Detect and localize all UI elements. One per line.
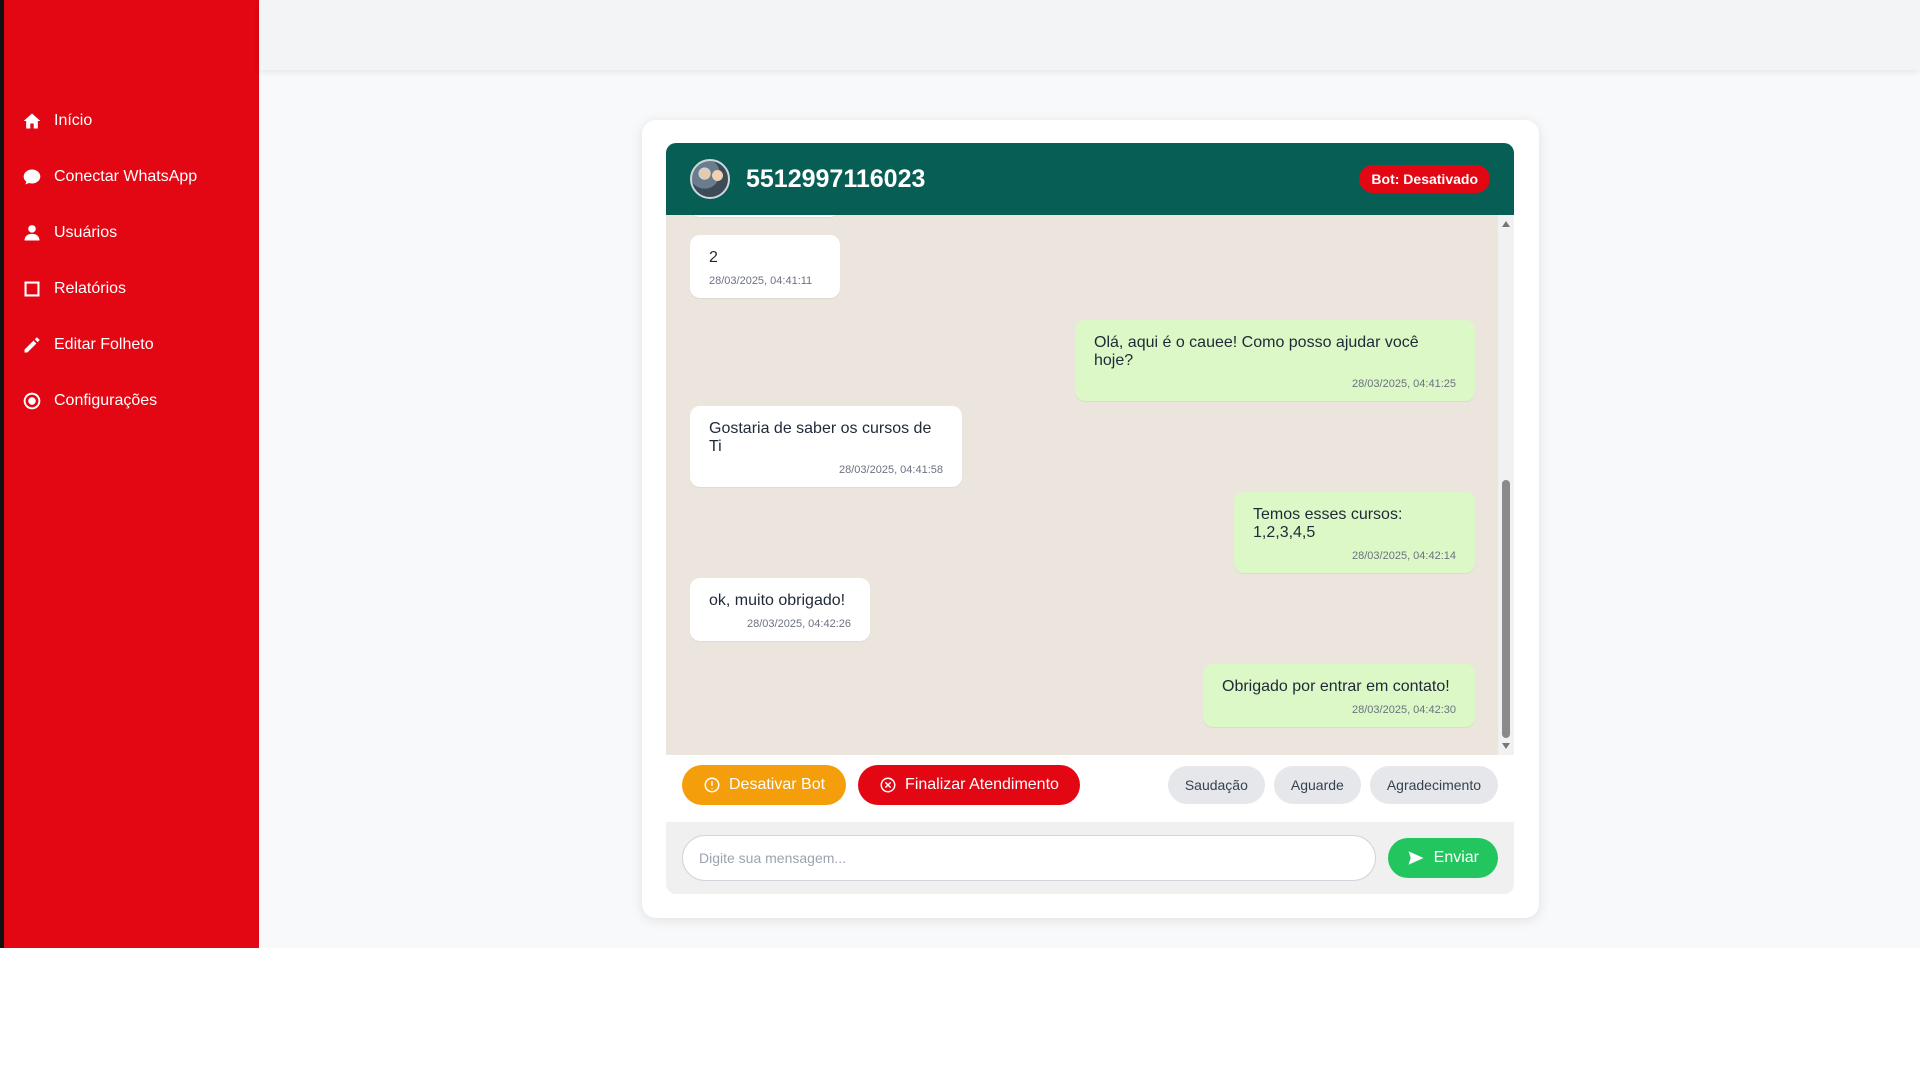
message-text: Obrigado por entrar em contato! <box>1222 678 1450 695</box>
contact-name: 5512997116023 <box>746 164 926 193</box>
disable-bot-label: Desativar Bot <box>729 776 826 793</box>
sidebar-item-label: Início <box>54 112 93 129</box>
message-bubble-incoming: ok, muito obrigado! 28/03/2025, 04:42:26 <box>690 578 870 641</box>
message-bubble-outgoing: Obrigado por entrar em contato! 28/03/20… <box>1203 664 1475 727</box>
sidebar-item-label: Relatórios <box>54 280 127 297</box>
sidebar-item-relatorios[interactable]: Relatórios <box>4 261 259 317</box>
disable-bot-button[interactable]: Desativar Bot <box>682 765 847 805</box>
sidebar-item-usuarios[interactable]: Usuários <box>4 205 259 261</box>
finish-service-button[interactable]: Finalizar Atendimento <box>858 765 1080 805</box>
message-bubble-partial <box>690 215 840 217</box>
composer: Enviar <box>666 822 1514 894</box>
message-scrollbar[interactable] <box>1498 215 1514 755</box>
finish-service-label: Finalizar Atendimento <box>905 776 1059 793</box>
message-time: 28/03/2025, 04:41:58 <box>839 464 943 476</box>
sidebar-item-label: Usuários <box>54 224 118 241</box>
send-button[interactable]: Enviar <box>1387 838 1498 878</box>
scrollbar-thumb[interactable] <box>1502 480 1510 738</box>
message-bubble-incoming: 2 28/03/2025, 04:41:11 <box>690 235 840 298</box>
message-bubble-outgoing: Olá, aqui é o cauee! Como posso ajudar v… <box>1075 320 1475 401</box>
scroll-down-arrow-icon[interactable] <box>1502 743 1510 749</box>
message-list[interactable]: 2 28/03/2025, 04:41:11 Olá, aqui é o cau… <box>666 215 1514 755</box>
message-time: 28/03/2025, 04:41:25 <box>1352 378 1456 390</box>
chat-header: 5512997116023 Bot: Desativado <box>666 143 1514 215</box>
message-bubble-outgoing: Temos esses cursos: 1,2,3,4,5 28/03/2025… <box>1234 492 1475 573</box>
quick-reply-saudacao[interactable]: Saudação <box>1167 766 1265 804</box>
message-text: Olá, aqui é o cauee! Como posso ajudar v… <box>1094 334 1419 369</box>
top-bar <box>259 0 1920 70</box>
pencil-icon <box>24 337 40 353</box>
message-text: Gostaria de saber os cursos de Ti <box>709 420 932 455</box>
avatar <box>690 159 730 199</box>
square-icon <box>24 281 40 297</box>
info-circle-icon <box>704 777 720 793</box>
home-icon <box>23 113 41 129</box>
scroll-up-arrow-icon[interactable] <box>1502 221 1510 227</box>
chat-card: 5512997116023 Bot: Desativado 2 28/03/20… <box>642 120 1539 918</box>
sidebar-item-conectar-whatsapp[interactable]: Conectar WhatsApp <box>4 149 259 205</box>
message-text: 2 <box>709 249 718 266</box>
sidebar-item-inicio[interactable]: Início <box>4 93 259 149</box>
message-time: 28/03/2025, 04:42:30 <box>1352 704 1456 716</box>
close-circle-icon <box>880 777 896 793</box>
sidebar-item-label: Conectar WhatsApp <box>54 168 198 185</box>
quick-reply-aguarde[interactable]: Aguarde <box>1273 766 1361 804</box>
quick-reply-agradecimento[interactable]: Agradecimento <box>1369 766 1498 804</box>
message-time: 28/03/2025, 04:41:11 <box>709 275 813 287</box>
app-root: Início Conectar WhatsApp Usuários Relató… <box>0 0 1920 948</box>
message-text: ok, muito obrigado! <box>709 592 846 609</box>
message-bubble-incoming: Gostaria de saber os cursos de Ti 28/03/… <box>690 406 962 487</box>
chat-bubble-icon <box>23 169 41 185</box>
send-icon <box>1408 851 1424 865</box>
send-label: Enviar <box>1433 849 1479 866</box>
message-time: 28/03/2025, 04:42:26 <box>747 618 851 630</box>
sidebar: Início Conectar WhatsApp Usuários Relató… <box>0 0 259 948</box>
sidebar-item-editar-folheto[interactable]: Editar Folheto <box>4 317 259 373</box>
message-input[interactable] <box>682 835 1376 881</box>
message-text: Temos esses cursos: 1,2,3,4,5 <box>1253 506 1403 541</box>
action-bar: Desativar Bot Finalizar Atendimento Saud… <box>666 755 1514 815</box>
user-icon <box>24 225 40 241</box>
message-time: 28/03/2025, 04:42:14 <box>1352 550 1456 562</box>
sidebar-item-label: Editar Folheto <box>54 336 154 353</box>
bot-status-badge: Bot: Desativado <box>1359 165 1490 193</box>
sidebar-item-configuracoes[interactable]: Configurações <box>4 373 259 429</box>
gear-icon <box>23 392 41 410</box>
main-area: 5512997116023 Bot: Desativado 2 28/03/20… <box>259 0 1920 948</box>
sidebar-item-label: Configurações <box>54 392 158 409</box>
